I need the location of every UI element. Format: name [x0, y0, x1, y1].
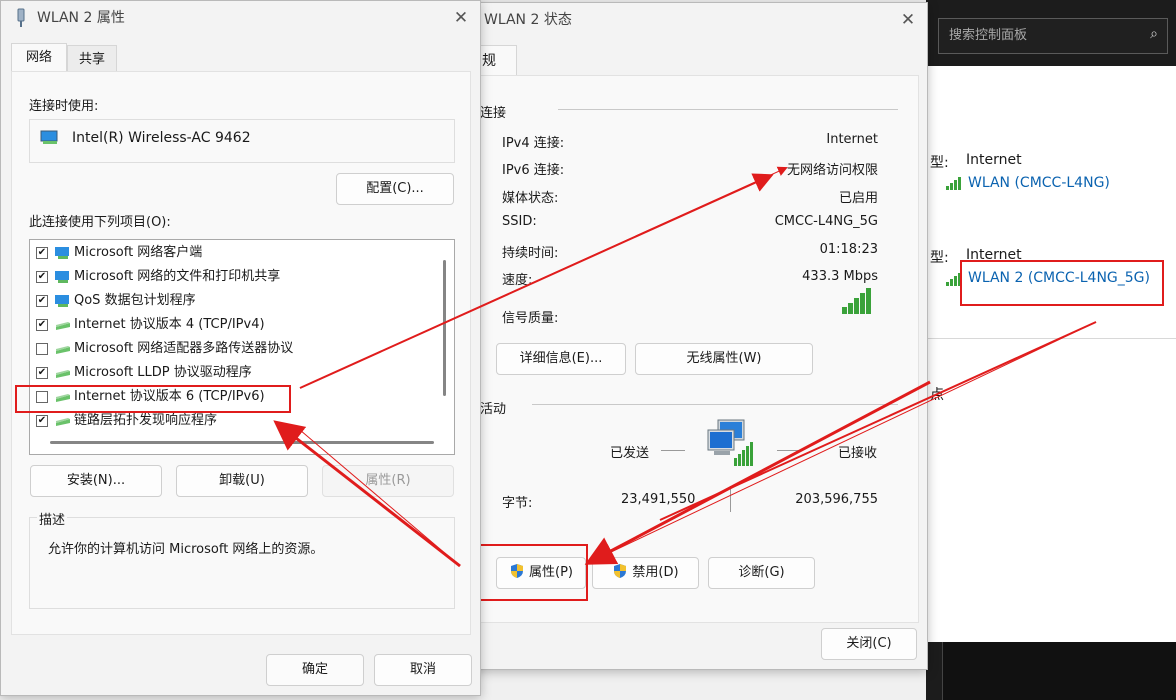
annotation-highlight-ipv6	[15, 385, 291, 413]
bytes-sent-value: 23,491,550	[621, 492, 696, 507]
protocol-icon	[56, 346, 70, 354]
cancel-button[interactable]: 取消	[374, 654, 472, 686]
ipv4-label: IPv4 连接:	[502, 136, 565, 151]
item-label: 链路层拓扑发现响应程序	[74, 413, 218, 428]
description-label: 描述	[37, 509, 68, 528]
adapter-name: Intel(R) Wireless-AC 9462	[72, 130, 251, 146]
item-checkbox[interactable]: ✔	[36, 367, 48, 379]
fragment-label: 点	[930, 387, 944, 403]
list-item[interactable]: ✔ Microsoft 网络客户端	[36, 242, 436, 264]
description-box: 允许你的计算机访问 Microsoft 网络上的资源。	[29, 517, 455, 609]
uac-shield-icon	[614, 564, 627, 578]
ipv6-value: 无网络访问权限	[786, 163, 878, 178]
close-button[interactable]: 关闭(C)	[821, 628, 917, 660]
window-title: WLAN 2 属性	[37, 10, 125, 26]
search-icon[interactable]: ⌕	[1146, 26, 1162, 42]
adapter-display: Intel(R) Wireless-AC 9462	[29, 119, 455, 163]
ipv6-label: IPv6 连接:	[502, 163, 565, 178]
vertical-scrollbar[interactable]	[443, 260, 446, 396]
item-checkbox[interactable]	[36, 343, 48, 355]
ok-button[interactable]: 确定	[266, 654, 364, 686]
network-computers-icon	[707, 419, 753, 466]
access-type-label: 型:	[930, 250, 949, 266]
wlan-properties-window: WLAN 2 属性 ✕ 网络 共享 连接时使用: Intel(R) Wirele…	[0, 0, 481, 696]
list-item[interactable]: ✔ QoS 数据包计划程序	[36, 290, 436, 312]
configure-button[interactable]: 配置(C)...	[336, 173, 454, 205]
window-title: WLAN 2 状态	[484, 12, 572, 28]
item-checkbox[interactable]: ✔	[36, 415, 48, 427]
activity-section-title: 活动	[480, 402, 507, 417]
divider	[926, 338, 1176, 339]
item-label: Microsoft 网络适配器多路传送器协议	[74, 341, 294, 356]
protocol-icon	[56, 418, 70, 426]
item-label: Microsoft 网络客户端	[74, 245, 203, 260]
file-sharing-icon	[55, 271, 69, 283]
qos-icon	[55, 295, 69, 307]
access-type-value: Internet	[966, 152, 1022, 168]
close-icon[interactable]: ✕	[897, 9, 919, 31]
network-client-icon	[55, 247, 69, 259]
connection-link-wlan[interactable]: WLAN (CMCC-L4NG)	[968, 175, 1110, 191]
item-label: Internet 协议版本 4 (TCP/IPv4)	[74, 317, 265, 332]
ssid-label: SSID:	[502, 214, 537, 229]
access-type-label: 型:	[930, 155, 949, 171]
install-button[interactable]: 安装(N)...	[30, 465, 162, 497]
received-label: 已接收	[838, 446, 878, 461]
item-label: Microsoft 网络的文件和打印机共享	[74, 269, 281, 284]
items-label: 此连接使用下列项目(O):	[29, 215, 171, 230]
tab-general[interactable]: 规	[475, 45, 517, 77]
signal-quality-label: 信号质量:	[502, 311, 559, 326]
item-checkbox[interactable]: ✔	[36, 295, 48, 307]
media-state-label: 媒体状态:	[502, 191, 559, 206]
duration-label: 持续时间:	[502, 246, 559, 261]
sent-label: 已发送	[610, 446, 650, 461]
item-properties-button[interactable]: 属性(R)	[322, 465, 454, 497]
speed-label: 速度:	[502, 273, 533, 288]
disable-button[interactable]: 禁用(D)	[592, 557, 699, 589]
wireless-properties-button[interactable]: 无线属性(W)	[635, 343, 813, 375]
list-item[interactable]: ✔ Microsoft LLDP 协议驱动程序	[36, 362, 436, 384]
duration-value: 01:18:23	[819, 242, 878, 257]
annotation-highlight-wlan2	[960, 260, 1164, 306]
wlan-status-window: WLAN 2 状态 ✕ 规 连接 IPv4 连接: Internet IPv6 …	[470, 2, 928, 670]
connection-section-title: 连接	[480, 106, 507, 121]
item-label: QoS 数据包计划程序	[74, 293, 196, 308]
list-item[interactable]: ✔ 链路层拓扑发现响应程序	[36, 410, 436, 432]
media-state-value: 已启用	[838, 191, 878, 206]
annotation-highlight-properties	[475, 544, 588, 601]
close-icon[interactable]: ✕	[450, 7, 472, 29]
protocol-icon	[56, 370, 70, 378]
control-panel-search-input[interactable]: 搜索控制面板	[938, 18, 1168, 54]
control-panel-header: 搜索控制面板 ⌕	[926, 0, 1176, 66]
item-checkbox[interactable]: ✔	[36, 271, 48, 283]
protocol-icon	[56, 322, 70, 330]
bytes-received-value: 203,596,755	[795, 492, 878, 507]
list-item[interactable]: ✔ Internet 协议版本 4 (TCP/IPv4)	[36, 314, 436, 336]
adapter-icon	[40, 130, 58, 144]
control-panel-background: 搜索控制面板 ⌕ 型: Internet WLAN (CMCC-L4NG) 型:…	[926, 0, 1176, 700]
ssid-value: CMCC-L4NG_5G	[774, 214, 878, 229]
status-tab-content: 连接 IPv4 连接: Internet IPv6 连接: 无网络访问权限 媒体…	[477, 75, 919, 623]
diagnose-button[interactable]: 诊断(G)	[708, 557, 815, 589]
details-button[interactable]: 详细信息(E)...	[496, 343, 626, 375]
speed-value: 433.3 Mbps	[802, 269, 878, 284]
ipv4-value: Internet	[826, 132, 878, 147]
list-item[interactable]: Microsoft 网络适配器多路传送器协议	[36, 338, 436, 360]
signal-strength-icon	[842, 288, 871, 314]
item-checkbox[interactable]: ✔	[36, 319, 48, 331]
description-text: 允许你的计算机访问 Microsoft 网络上的资源。	[48, 542, 324, 557]
disable-button-label: 禁用(D)	[632, 565, 679, 580]
item-checkbox[interactable]: ✔	[36, 247, 48, 259]
control-panel-footer	[926, 642, 1176, 700]
uninstall-button[interactable]: 卸载(U)	[176, 465, 308, 497]
list-item[interactable]: ✔ Microsoft 网络的文件和打印机共享	[36, 266, 436, 288]
connect-using-label: 连接时使用:	[29, 99, 99, 114]
horizontal-scrollbar[interactable]	[50, 441, 434, 444]
bytes-label: 字节:	[502, 496, 533, 511]
wifi-signal-icon	[946, 177, 961, 190]
connection-items-list[interactable]: ✔ Microsoft 网络客户端 ✔ Microsoft 网络的文件和打印机共…	[29, 239, 455, 455]
item-label: Microsoft LLDP 协议驱动程序	[74, 365, 252, 380]
